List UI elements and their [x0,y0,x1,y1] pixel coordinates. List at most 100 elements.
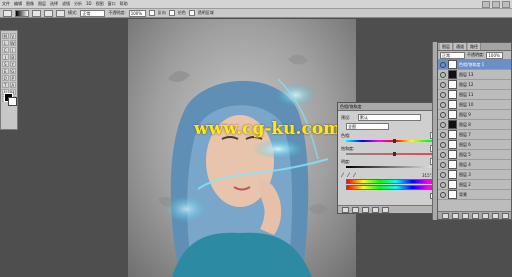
tab-layers[interactable]: 图层 [440,43,453,50]
pen-tool[interactable]: P [9,75,16,81]
eye-icon[interactable] [440,81,446,88]
layers-panel: 图层 通道 路径 正常 不透明度: 100% 色相/饱和度 1 图层 13 图层 1… [437,42,512,220]
healing-tool[interactable]: J [2,54,9,60]
layer-thumbnail [448,160,457,169]
tab-paths[interactable]: 路径 [468,43,481,50]
folder-icon[interactable] [482,212,489,219]
gradient-tool[interactable]: G [9,68,16,74]
eye-icon[interactable] [440,181,446,188]
layer-row[interactable]: 图层 8 [438,120,511,130]
saturation-knob[interactable] [393,152,396,156]
eye-icon[interactable] [440,91,446,98]
preset-select[interactable]: 默认 [358,114,421,121]
reset-icon[interactable] [372,206,379,213]
eye-icon[interactable] [440,141,446,148]
fx-icon[interactable] [452,212,459,219]
layer-row[interactable]: 图层 4 [438,160,511,170]
back-icon[interactable] [342,206,349,213]
layer-row[interactable]: 图层 7 [438,130,511,140]
trash-icon[interactable] [502,212,509,219]
menu-view[interactable]: 视图 [94,0,106,8]
layer-row[interactable]: 图层 11 [438,90,511,100]
eye-icon[interactable] [440,171,446,178]
gradient-swatch[interactable] [15,9,29,17]
link-icon[interactable] [442,212,449,219]
eyedropper-icon[interactable]: ⁄ [342,172,343,179]
dither-checkbox[interactable] [168,10,175,16]
blend-mode-select[interactable]: 正常 [440,51,465,59]
layer-row[interactable]: 图层 6 [438,140,511,150]
eye-icon[interactable] [440,121,446,128]
new-layer-icon[interactable] [492,212,499,219]
tool-preset-picker[interactable] [3,9,12,17]
eyedropper-tool[interactable]: I [9,47,16,53]
reverse-checkbox[interactable] [148,10,155,16]
input-spectrum-bar [346,179,446,184]
eyedropper-subtract-icon[interactable]: ⁄ [354,172,355,179]
angle-gradient-icon[interactable] [56,9,65,17]
type-tool[interactable]: T [2,82,9,88]
eye-icon[interactable] [440,161,446,168]
eraser-tool[interactable]: E [2,68,9,74]
layer-row[interactable]: 图层 2 [438,180,511,190]
marquee-tool[interactable]: M [2,33,9,39]
radial-gradient-icon[interactable] [44,9,53,17]
move-tool[interactable]: V [9,33,16,39]
menu-analysis[interactable]: 分析 [72,0,84,8]
tab-channels[interactable]: 通道 [454,43,467,50]
layer-row[interactable]: 图层 9 [438,110,511,120]
opacity-field[interactable]: 100% [128,9,146,17]
menu-help[interactable]: 帮助 [118,0,130,8]
eye-icon[interactable] [440,131,446,138]
clip-icon[interactable] [352,206,359,213]
lasso-tool[interactable]: L [2,40,9,46]
crop-tool[interactable]: C [2,47,9,53]
maximize-icon[interactable] [492,1,500,8]
eye-icon[interactable] [440,61,446,68]
dodge-tool[interactable]: O [2,75,9,81]
channel-select[interactable]: 全图 [346,123,389,130]
mask-icon[interactable] [462,212,469,219]
history-brush-tool[interactable]: Y [9,61,16,67]
eye-icon[interactable] [440,101,446,108]
transparency-checkbox[interactable] [188,10,195,16]
brush-tool[interactable]: B [9,54,16,60]
linear-gradient-icon[interactable] [32,9,41,17]
layer-row[interactable]: 图层 5 [438,150,511,160]
stamp-tool[interactable]: S [2,61,9,67]
close-icon[interactable] [502,1,510,8]
layer-opacity-field[interactable]: 100% [486,51,504,59]
mode-select[interactable]: 正常 [80,9,106,17]
eye-icon[interactable] [440,151,446,158]
layer-row[interactable]: 图层 12 [438,80,511,90]
menu-image[interactable]: 图像 [24,0,36,8]
menu-edit[interactable]: 编辑 [12,0,24,8]
path-select-tool[interactable]: A [9,82,16,88]
eyedropper-add-icon[interactable]: ⁄ [348,172,349,179]
visibility-icon[interactable] [362,206,369,213]
lightness-slider[interactable] [346,166,444,168]
menu-window[interactable]: 窗口 [106,0,118,8]
menu-3d[interactable]: 3D [84,0,94,8]
menu-file[interactable]: 文件 [0,0,12,8]
menu-filter[interactable]: 滤镜 [60,0,72,8]
layer-row[interactable]: 背景 [438,190,511,200]
hue-knob[interactable] [393,139,396,143]
background-color-swatch[interactable] [8,97,17,106]
menu-layer[interactable]: 图层 [36,0,48,8]
layer-row[interactable]: 图层 13 [438,70,511,80]
minimize-icon[interactable] [482,1,490,8]
eye-icon[interactable] [440,191,446,198]
layer-row[interactable]: 图层 3 [438,170,511,180]
layer-row[interactable]: 图层 10 [438,100,511,110]
eye-icon[interactable] [440,71,446,78]
magic-wand-tool[interactable]: W [9,40,16,46]
document-canvas[interactable]: www.cg-ku.com [128,19,356,277]
layer-thumbnail [448,170,457,179]
layer-row[interactable]: 色相/饱和度 1 [438,60,511,70]
eye-icon[interactable] [440,111,446,118]
adjustment-icon[interactable] [472,212,479,219]
layer-thumbnail [448,150,457,159]
menu-select[interactable]: 选择 [48,0,60,8]
trash-icon[interactable] [382,206,389,213]
